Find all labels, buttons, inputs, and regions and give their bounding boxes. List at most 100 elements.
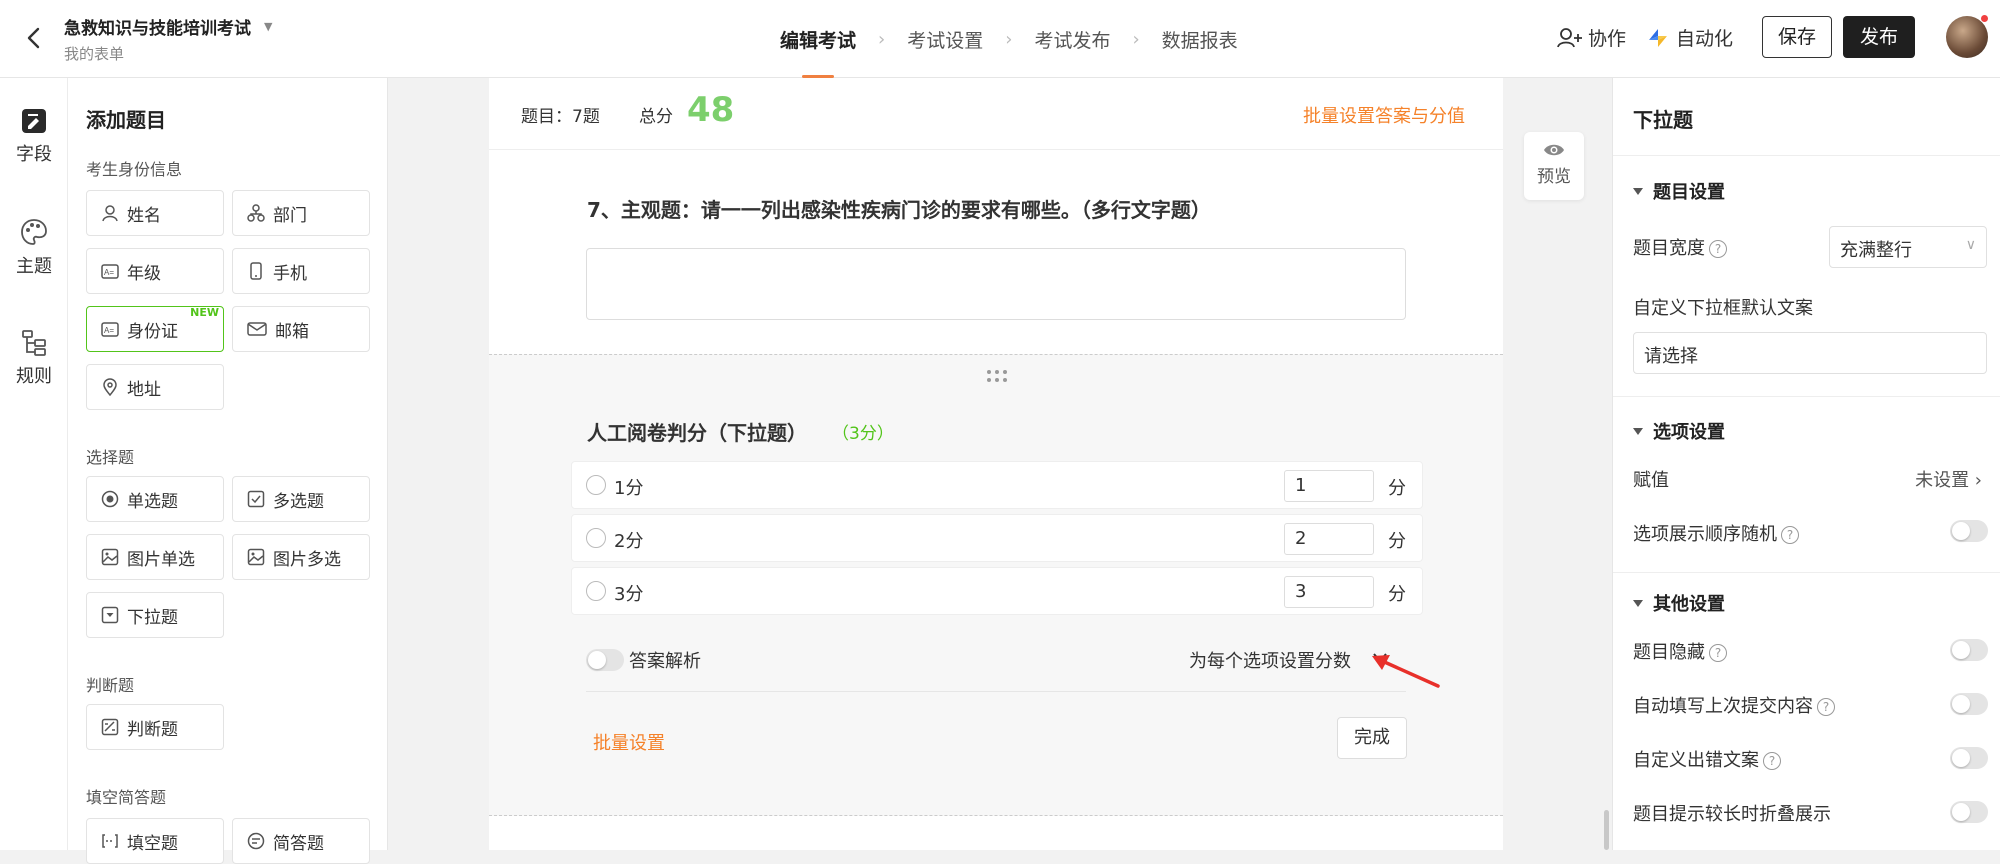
random-order-toggle[interactable]: [1950, 520, 1988, 542]
chevron-right-icon: ›: [1005, 28, 1013, 50]
judge-icon: [101, 718, 119, 736]
question-8-title[interactable]: 人工阅卷判分（下拉题）: [587, 417, 807, 446]
radio-icon[interactable]: [586, 581, 606, 601]
radio-icon: [101, 490, 119, 508]
batch-answer-score-link[interactable]: 批量设置答案与分值: [1303, 102, 1465, 128]
radio-icon[interactable]: [586, 475, 606, 495]
default-text-label: 自定义下拉框默认文案: [1633, 298, 1813, 319]
preview-button[interactable]: 预览: [1524, 132, 1584, 200]
help-icon[interactable]: ?: [1763, 752, 1781, 770]
notification-dot: [1980, 14, 1989, 23]
field-single-choice-button[interactable]: 单选题: [86, 476, 224, 522]
help-icon[interactable]: ?: [1781, 526, 1799, 544]
option-row[interactable]: 1分 1 分: [571, 461, 1423, 509]
field-judge-button[interactable]: 判断题: [86, 704, 224, 750]
section-question-settings[interactable]: 题目设置: [1633, 178, 1725, 204]
field-image-multi-button[interactable]: 图片多选: [232, 534, 370, 580]
field-idcard-button[interactable]: A= 身份证 NEW: [86, 306, 224, 352]
save-button[interactable]: 保存: [1762, 16, 1832, 58]
rail-item-fields[interactable]: 字段: [0, 108, 68, 166]
batch-settings-link[interactable]: 批量设置: [593, 729, 665, 755]
option-row[interactable]: 2分 2 分: [571, 514, 1423, 562]
field-grade-button[interactable]: A= 年级: [86, 248, 224, 294]
rail-item-theme[interactable]: 主题: [0, 218, 68, 278]
publish-button[interactable]: 发布: [1843, 16, 1915, 58]
section-option-settings[interactable]: 选项设置: [1633, 418, 1725, 444]
field-image-single-button[interactable]: 图片单选: [86, 534, 224, 580]
option-score-input[interactable]: 1: [1284, 470, 1374, 502]
default-text-input[interactable]: 请选择: [1633, 332, 1987, 374]
edit-field-icon: [22, 109, 46, 133]
chevron-right-icon: ›: [878, 28, 886, 50]
question-7-textarea[interactable]: [586, 248, 1406, 320]
option-row[interactable]: 3分 3 分: [571, 567, 1423, 615]
field-email-button[interactable]: 邮箱: [232, 306, 370, 352]
hide-question-toggle[interactable]: [1950, 639, 1988, 661]
autofill-label: 自动填写上次提交内容?: [1633, 692, 1835, 718]
autofill-toggle[interactable]: [1950, 693, 1988, 715]
collaborate-button[interactable]: 协作: [1556, 24, 1626, 51]
option-label[interactable]: 3分: [614, 580, 643, 606]
exam-summary-bar: 题目：7题 总分 48 批量设置答案与分值: [489, 78, 1503, 150]
properties-panel: 下拉题 题目设置 题目宽度? 充满整行 ∨ 自定义下拉框默认文案 请选择 选项设置…: [1612, 78, 2000, 850]
image-multi-icon: [247, 548, 265, 566]
option-score-input[interactable]: 3: [1284, 576, 1374, 608]
help-icon[interactable]: ?: [1817, 698, 1835, 716]
caret-down-icon[interactable]: ▼: [264, 20, 272, 33]
step-edit-exam[interactable]: 编辑考试: [780, 0, 856, 78]
divider: [1613, 572, 2000, 573]
step-exam-settings[interactable]: 考试设置: [907, 0, 983, 78]
random-order-label: 选项展示顺序随机?: [1633, 520, 1799, 546]
help-icon[interactable]: ?: [1709, 240, 1727, 258]
drag-handle-icon[interactable]: [986, 369, 1008, 383]
rail-item-rules[interactable]: 规则: [0, 328, 68, 388]
user-icon: [102, 205, 118, 222]
field-dept-button[interactable]: 部门: [232, 190, 370, 236]
step-exam-publish[interactable]: 考试发布: [1034, 0, 1110, 78]
option-label[interactable]: 1分: [614, 474, 643, 500]
back-arrow-icon[interactable]: [22, 24, 46, 52]
field-address-button[interactable]: 地址: [86, 364, 224, 410]
add-question-panel: 添加题目 考生身份信息 姓名 部门 A= 年级 手机 A= 身份证 NEW 邮箱…: [68, 78, 388, 864]
form-canvas: 题目：7题 总分 48 批量设置答案与分值 7、主观题：请一一列出感染性疾病门诊…: [489, 78, 1503, 850]
width-select[interactable]: 充满整行 ∨: [1829, 226, 1987, 268]
field-short-answer-button[interactable]: 简答题: [232, 818, 370, 864]
total-score-label: 总分: [639, 107, 673, 127]
form-title[interactable]: 急救知识与技能培训考试: [64, 14, 251, 39]
done-button[interactable]: 完成: [1337, 717, 1407, 759]
total-score-value: 48: [687, 90, 735, 130]
width-label: 题目宽度?: [1633, 234, 1727, 260]
option-label[interactable]: 2分: [614, 527, 643, 553]
svg-text:A=: A=: [104, 268, 114, 277]
group-choice: 选择题: [86, 448, 135, 467]
automation-button[interactable]: 自动化: [1646, 24, 1733, 51]
field-blank-button[interactable]: 填空题: [86, 818, 224, 864]
top-bar: 急救知识与技能培训考试 ▼ 我的表单 编辑考试 › 考试设置 › 考试发布 › …: [0, 0, 2000, 78]
radio-icon[interactable]: [586, 528, 606, 548]
field-phone-button[interactable]: 手机: [232, 248, 370, 294]
field-name-button[interactable]: 姓名: [86, 190, 224, 236]
scrollbar[interactable]: [1604, 810, 1609, 850]
rules-tree-icon: [22, 330, 46, 356]
per-option-score-label: 为每个选项设置分数: [1189, 651, 1351, 672]
form-breadcrumb[interactable]: 我的表单: [64, 43, 124, 64]
fold-hint-label: 题目提示较长时折叠展示: [1633, 804, 1831, 825]
option-score-input[interactable]: 2: [1284, 523, 1374, 555]
question-8-card[interactable]: 人工阅卷判分（下拉题） （3分） 1分 1 分 2分 2 分 3分 3 分 答案…: [489, 354, 1503, 816]
image-icon: [101, 548, 119, 566]
custom-error-toggle[interactable]: [1950, 747, 1988, 769]
section-other-settings[interactable]: 其他设置: [1633, 590, 1725, 616]
help-icon[interactable]: ?: [1709, 644, 1727, 662]
question-7-title[interactable]: 7、主观题：请一一列出感染性疾病门诊的要求有哪些。（多行文字题）: [587, 194, 1211, 223]
field-multi-choice-button[interactable]: 多选题: [232, 476, 370, 522]
svg-text:A=: A=: [104, 326, 114, 335]
answer-explanation-toggle[interactable]: [586, 649, 624, 671]
fold-hint-toggle[interactable]: [1950, 801, 1988, 823]
step-data-report[interactable]: 数据报表: [1162, 0, 1238, 78]
palette-icon: [21, 219, 47, 245]
location-pin-icon: [103, 378, 117, 396]
panel-title: 添加题目: [86, 108, 166, 132]
field-dropdown-button[interactable]: 下拉题: [86, 592, 224, 638]
hide-question-label: 题目隐藏?: [1633, 638, 1727, 664]
assign-value-link[interactable]: 未设置 ›: [1915, 466, 1982, 492]
